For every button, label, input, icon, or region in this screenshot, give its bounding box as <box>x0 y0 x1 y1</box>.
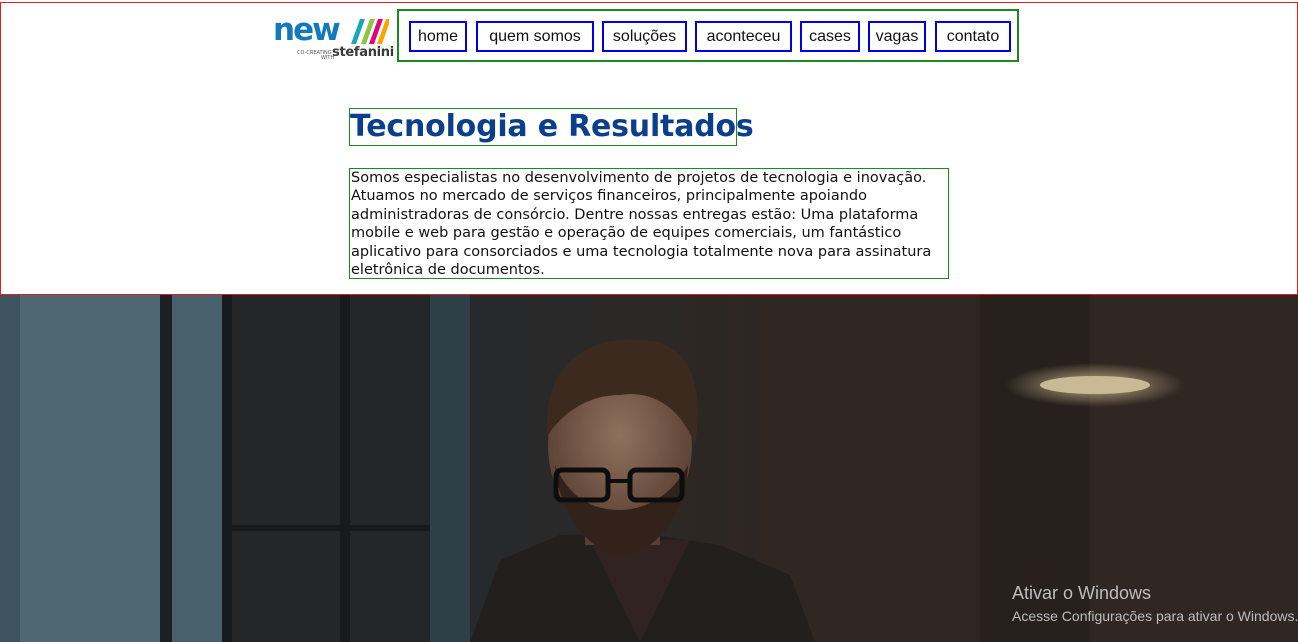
logo-wordmark: new <box>273 12 341 48</box>
windows-activation-subtitle: Acesse Configurações para ativar o Windo… <box>1012 608 1298 624</box>
windows-activation-title: Ativar o Windows <box>1012 583 1152 603</box>
nav-solucoes[interactable]: soluções <box>602 21 687 52</box>
nav-contato[interactable]: contato <box>935 21 1011 52</box>
nav-home[interactable]: home <box>409 21 467 52</box>
page-title: Tecnologia e Resultados <box>349 108 754 146</box>
nav-cases[interactable]: cases <box>800 21 860 52</box>
site-header: new CO-CREATING WITH stefanini home quem… <box>0 2 1298 71</box>
logo-stripes-icon <box>351 19 389 44</box>
main-nav: home quem somos soluções aconteceu cases… <box>397 9 1019 62</box>
intro-section: Tecnologia e Resultados Somos especialis… <box>0 70 1298 295</box>
nav-aconteceu[interactable]: aconteceu <box>695 21 792 52</box>
logo-partner-name: stefanini <box>332 45 394 60</box>
new-stefanini-logo[interactable]: new CO-CREATING WITH stefanini <box>273 12 394 61</box>
nav-vagas[interactable]: vagas <box>868 21 926 52</box>
windows-activation-notice: Ativar o Windows Acesse Configurações pa… <box>1012 583 1298 624</box>
intro-paragraph: Somos especialistas no desenvolvimento d… <box>349 168 949 279</box>
nav-quem-somos[interactable]: quem somos <box>476 21 594 52</box>
